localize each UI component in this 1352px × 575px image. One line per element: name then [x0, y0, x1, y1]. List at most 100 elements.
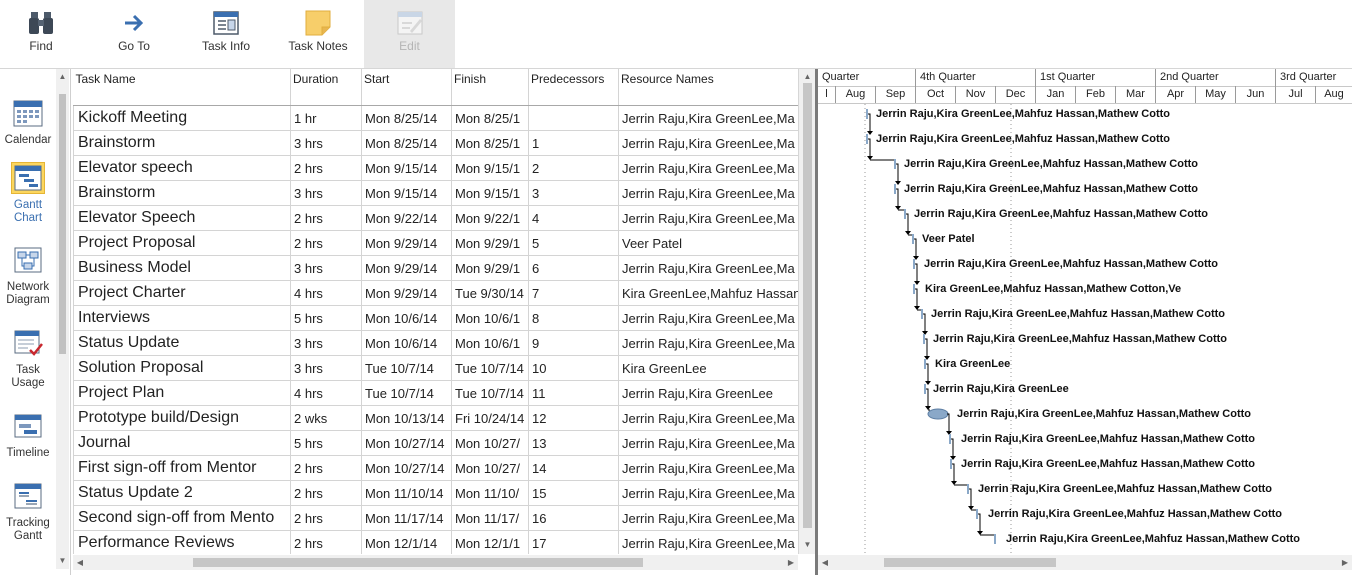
start-cell[interactable]: Mon 10/6/14	[361, 305, 452, 331]
grid-scroll-down-icon[interactable]: ▼	[799, 539, 816, 551]
grid-vertical-scroll-thumb[interactable]	[803, 83, 812, 528]
finish-cell[interactable]: Fri 10/24/14	[451, 405, 529, 431]
task-row[interactable]: Brainstorm 3 hrs Mon 8/25/14 Mon 8/25/1 1 Jer…	[73, 130, 798, 156]
start-cell[interactable]: Mon 10/27/14	[361, 455, 452, 481]
task-info-button[interactable]: Task Info	[192, 0, 260, 68]
task-name-cell[interactable]: Status Update	[73, 330, 291, 356]
column-header-task-name[interactable]: Task Name	[73, 69, 291, 106]
resource-names-cell[interactable]: Jerrin Raju,Kira GreenLee,Ma	[618, 455, 798, 481]
task-row[interactable]: Second sign-off from Mento 2 hrs Mon 11/17…	[73, 505, 798, 531]
task-name-cell[interactable]: Project Plan	[73, 380, 291, 406]
gantt-task-bar[interactable]	[894, 184, 896, 194]
task-name-cell[interactable]: Project Proposal	[73, 230, 291, 256]
resource-names-cell[interactable]: Veer Patel	[618, 230, 798, 256]
grid-horizontal-scroll-thumb[interactable]	[193, 558, 643, 567]
task-name-cell[interactable]: Prototype build/Design	[73, 405, 291, 431]
resource-names-cell[interactable]: Kira GreenLee	[618, 355, 798, 381]
finish-cell[interactable]: Mon 12/1/1	[451, 530, 529, 554]
view-bar-scroll-thumb[interactable]	[59, 94, 66, 354]
duration-cell[interactable]: 4 hrs	[290, 380, 362, 406]
finish-cell[interactable]: Mon 8/25/1	[451, 105, 529, 131]
task-row[interactable]: Business Model 3 hrs Mon 9/29/14 Mon 9/29/1…	[73, 255, 798, 281]
finish-cell[interactable]: Mon 10/6/1	[451, 305, 529, 331]
duration-cell[interactable]: 4 hrs	[290, 280, 362, 306]
view-calendar[interactable]: Calendar	[0, 98, 56, 147]
finish-cell[interactable]: Mon 11/10/	[451, 480, 529, 506]
gantt-task-bar[interactable]	[976, 509, 978, 519]
duration-cell[interactable]: 3 hrs	[290, 330, 362, 356]
view-task-usage[interactable]: Task Usage	[0, 328, 56, 390]
gantt-task-bar[interactable]	[967, 484, 969, 494]
predecessors-cell[interactable]: 11	[528, 380, 619, 406]
start-cell[interactable]: Mon 8/25/14	[361, 105, 452, 131]
start-cell[interactable]: Mon 9/15/14	[361, 155, 452, 181]
start-cell[interactable]: Tue 10/7/14	[361, 380, 452, 406]
resource-names-cell[interactable]: Jerrin Raju,Kira GreenLee,Ma	[618, 130, 798, 156]
column-header-finish[interactable]: Finish	[451, 69, 529, 106]
predecessors-cell[interactable]: 5	[528, 230, 619, 256]
scroll-down-arrow-icon[interactable]: ▼	[56, 555, 69, 567]
predecessors-cell[interactable]: 4	[528, 205, 619, 231]
finish-cell[interactable]: Mon 9/15/1	[451, 180, 529, 206]
task-notes-button[interactable]: Task Notes	[282, 0, 354, 68]
task-row[interactable]: Prototype build/Design 2 wks Mon 10/13/14 F…	[73, 405, 798, 431]
start-cell[interactable]: Tue 10/7/14	[361, 355, 452, 381]
chart-horizontal-scroll-thumb[interactable]	[884, 558, 1056, 567]
task-name-cell[interactable]: Status Update 2	[73, 480, 291, 506]
duration-cell[interactable]: 2 hrs	[290, 230, 362, 256]
start-cell[interactable]: Mon 12/1/14	[361, 530, 452, 554]
duration-cell[interactable]: 3 hrs	[290, 130, 362, 156]
duration-cell[interactable]: 2 hrs	[290, 530, 362, 554]
start-cell[interactable]: Mon 10/13/14	[361, 405, 452, 431]
predecessors-cell[interactable]: 1	[528, 130, 619, 156]
goto-button[interactable]: Go To	[100, 0, 168, 68]
finish-cell[interactable]: Mon 8/25/1	[451, 130, 529, 156]
start-cell[interactable]: Mon 9/29/14	[361, 280, 452, 306]
task-row[interactable]: Performance Reviews 2 hrs Mon 12/1/14 Mon 1…	[73, 530, 798, 554]
duration-cell[interactable]: 3 hrs	[290, 355, 362, 381]
gantt-task-bar[interactable]	[921, 309, 923, 319]
task-name-cell[interactable]: Performance Reviews	[73, 530, 291, 554]
predecessors-cell[interactable]: 6	[528, 255, 619, 281]
gantt-task-bar[interactable]	[913, 259, 915, 269]
gantt-task-bar[interactable]	[866, 109, 868, 119]
scroll-up-arrow-icon[interactable]: ▲	[56, 71, 69, 83]
view-network-diagram[interactable]: Network Diagram	[0, 245, 56, 307]
task-row[interactable]: Brainstorm 3 hrs Mon 9/15/14 Mon 9/15/1 3 Jer…	[73, 180, 798, 206]
gantt-task-bar[interactable]	[994, 534, 996, 544]
task-name-cell[interactable]: Solution Proposal	[73, 355, 291, 381]
task-name-cell[interactable]: Second sign-off from Mento	[73, 505, 291, 531]
finish-cell[interactable]: Mon 9/29/1	[451, 255, 529, 281]
grid-scroll-up-icon[interactable]: ▲	[799, 71, 816, 83]
task-row[interactable]: Journal 5 hrs Mon 10/27/14 Mon 10/27/13 Jerr…	[73, 430, 798, 456]
task-name-cell[interactable]: Brainstorm	[73, 130, 291, 156]
resource-names-cell[interactable]: Jerrin Raju,Kira GreenLee,Ma	[618, 430, 798, 456]
chart-horizontal-scrollbar[interactable]: ◀ ▶	[818, 555, 1352, 570]
view-gantt-chart[interactable]: Gantt Chart	[0, 162, 56, 225]
task-row[interactable]: Elevator speech 2 hrs Mon 9/15/14 Mon 9/15/…	[73, 155, 798, 181]
task-name-cell[interactable]: Journal	[73, 430, 291, 456]
find-button[interactable]: Find	[8, 0, 74, 68]
edit-button[interactable]: Edit	[364, 0, 455, 68]
task-name-cell[interactable]: Business Model	[73, 255, 291, 281]
resource-names-cell[interactable]: Jerrin Raju,Kira GreenLee,Ma	[618, 405, 798, 431]
column-header-resource-names[interactable]: Resource Names	[618, 69, 798, 106]
column-header-start[interactable]: Start	[361, 69, 452, 106]
predecessors-cell[interactable]: 10	[528, 355, 619, 381]
start-cell[interactable]: Mon 11/17/14	[361, 505, 452, 531]
predecessors-cell[interactable]: 8	[528, 305, 619, 331]
gantt-task-bar[interactable]	[866, 134, 868, 144]
finish-cell[interactable]: Mon 9/22/1	[451, 205, 529, 231]
start-cell[interactable]: Mon 9/29/14	[361, 255, 452, 281]
resource-names-cell[interactable]: Jerrin Raju,Kira GreenLee,Ma	[618, 530, 798, 554]
predecessors-cell[interactable]: 9	[528, 330, 619, 356]
column-header-predecessors[interactable]: Predecessors	[528, 69, 619, 106]
resource-names-cell[interactable]: Jerrin Raju,Kira GreenLee,Ma	[618, 305, 798, 331]
task-row[interactable]: Solution Proposal 3 hrs Tue 10/7/14 Tue 10/…	[73, 355, 798, 381]
predecessors-cell[interactable]: 14	[528, 455, 619, 481]
task-row[interactable]: Interviews 5 hrs Mon 10/6/14 Mon 10/6/1 8 Jer…	[73, 305, 798, 331]
start-cell[interactable]: Mon 10/27/14	[361, 430, 452, 456]
grid-vertical-scrollbar[interactable]: ▲ ▼	[798, 69, 816, 554]
column-header-duration[interactable]: Duration	[290, 69, 362, 106]
gantt-task-bar[interactable]	[923, 334, 925, 344]
